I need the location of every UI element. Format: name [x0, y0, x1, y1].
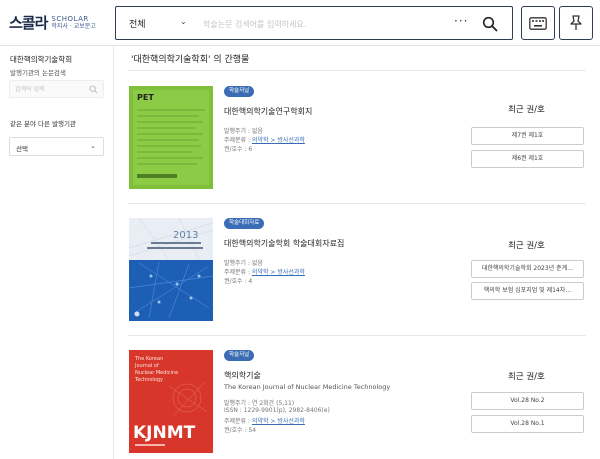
- pin-button[interactable]: [559, 6, 593, 40]
- scholar-logo[interactable]: 스콜라 SCHOLAR 학지사 · 교보문고: [9, 12, 96, 33]
- search-icon[interactable]: [482, 16, 498, 32]
- subject-link[interactable]: 의약학 > 방사선과학: [252, 418, 305, 425]
- subject-label: 주제분류 :: [224, 418, 252, 425]
- recent-issues-label: 최근 권/호: [508, 372, 545, 382]
- subject-row: 주제분류 : 의약학 > 방사선과학: [224, 416, 305, 425]
- search-input[interactable]: [203, 16, 433, 32]
- top-header: 스콜라 SCHOLAR 학지사 · 교보문고 전체 ⌄ ···: [0, 0, 600, 46]
- cover-title: PET: [137, 93, 154, 102]
- related-publishers-select[interactable]: 선택 ⌄: [9, 137, 104, 156]
- recent-issue-button[interactable]: 제6권 제1호: [471, 150, 584, 168]
- keyboard-icon: [529, 16, 547, 30]
- subject-row: 주제분류 : 의약학 > 방사선과학: [224, 135, 305, 144]
- logo-sub-publisher: 학지사 · 교보문고: [51, 22, 96, 30]
- recent-issue-button[interactable]: 핵의학 보험 심포지엄 및 제14차…: [471, 282, 584, 300]
- search-icon[interactable]: [89, 85, 98, 94]
- publication-item: The Korean Journal of Nuclear Medicine T…: [128, 350, 586, 456]
- cover-line: Technology: [134, 377, 163, 383]
- journal-cover[interactable]: PET: [129, 86, 213, 189]
- keyboard-button[interactable]: [521, 6, 555, 40]
- chevron-down-icon[interactable]: ⌄: [180, 17, 187, 26]
- proceedings-cover[interactable]: 2013: [129, 218, 213, 321]
- logo-subtext: SCHOLAR 학지사 · 교보문고: [51, 15, 95, 31]
- publication-frequency: 발행주기 : 연 2회간 (5,11): [224, 400, 295, 407]
- publication-title[interactable]: 대한핵의학기술학회 학술대회자료집: [224, 238, 344, 249]
- cover-line: Journal of: [134, 363, 159, 369]
- recent-issue-button[interactable]: 대한핵의학기술학회 2023년 춘계…: [471, 260, 584, 278]
- publication-item: PET 학술저널 대한핵의학기술연구학회지 발행주기 : 없음 주제분류 : 의…: [128, 86, 586, 196]
- divider: [128, 70, 586, 71]
- publication-title[interactable]: 핵의학기술: [224, 370, 261, 381]
- related-publishers-label: 같은 분야 다른 발행기관: [10, 120, 76, 128]
- chevron-down-icon: ⌄: [90, 142, 96, 150]
- divider: [128, 203, 586, 204]
- divider: [128, 335, 586, 336]
- publication-item: 2013 학술대회자료 대한핵의학기술학회 학술대회자료집 발행주기 : 없음 …: [128, 218, 586, 328]
- publisher-name: 대한핵의학기술학회: [10, 55, 73, 64]
- logo-sub-scholar: SCHOLAR: [51, 14, 89, 23]
- subject-link[interactable]: 의약학 > 방사선과학: [252, 269, 305, 276]
- journal-cover[interactable]: The Korean Journal of Nuclear Medicine T…: [129, 350, 213, 453]
- publisher-search-label: 발행기관의 논문검색: [10, 69, 66, 77]
- publication-title[interactable]: 대한핵의학기술연구학회지: [224, 106, 312, 117]
- cover-acronym: KJNMT: [133, 423, 196, 443]
- type-badge: 학술대회자료: [224, 218, 265, 229]
- search-scope-select[interactable]: 전체: [129, 17, 146, 30]
- subject-label: 주제분류 :: [224, 269, 252, 276]
- cover-line: The Korean: [134, 356, 163, 362]
- volume-count: 권/호수 : 6: [224, 146, 253, 153]
- select-value: 선택: [16, 145, 28, 153]
- cover-line: Nuclear Medicine: [135, 370, 178, 376]
- volume-count: 권/호수 : 54: [224, 427, 257, 434]
- publication-frequency: 발행주기 : 없음: [224, 128, 263, 135]
- publisher-search-input[interactable]: [15, 84, 85, 95]
- search-bar: 전체 ⌄ ···: [115, 6, 513, 40]
- subject-label: 주제분류 :: [224, 137, 252, 144]
- recent-issue-button[interactable]: Vol.28 No.1: [471, 415, 584, 433]
- sidebar: 대한핵의학기술학회 발행기관의 논문검색 같은 분야 다른 발행기관 선택 ⌄: [0, 46, 114, 459]
- recent-issue-button[interactable]: 제7권 제1호: [471, 127, 584, 145]
- subject-link[interactable]: 의약학 > 방사선과학: [252, 137, 305, 144]
- page-title: '대한핵의학기술학회' 의 간행물: [131, 55, 250, 65]
- issn: ISSN : 1229-9901(p), 2982-8406(e): [224, 407, 330, 414]
- type-badge: 학술저널: [224, 350, 255, 361]
- publication-frequency: 발행주기 : 없음: [224, 260, 263, 267]
- volume-count: 권/호수 : 4: [224, 278, 253, 285]
- publication-title-english: The Korean Journal of Nuclear Medicine T…: [224, 383, 391, 391]
- publisher-search-box: [9, 80, 104, 98]
- subject-row: 주제분류 : 의약학 > 방사선과학: [224, 267, 305, 276]
- recent-issues-label: 최근 권/호: [508, 105, 545, 115]
- more-options-icon[interactable]: ···: [454, 14, 468, 28]
- type-badge: 학술저널: [224, 86, 255, 97]
- recent-issue-button[interactable]: Vol.28 No.2: [471, 392, 584, 410]
- logo-main-text: 스콜라: [9, 14, 48, 32]
- cover-year: 2013: [173, 230, 198, 241]
- pin-icon: [570, 15, 582, 30]
- recent-issues-label: 최근 권/호: [508, 241, 545, 251]
